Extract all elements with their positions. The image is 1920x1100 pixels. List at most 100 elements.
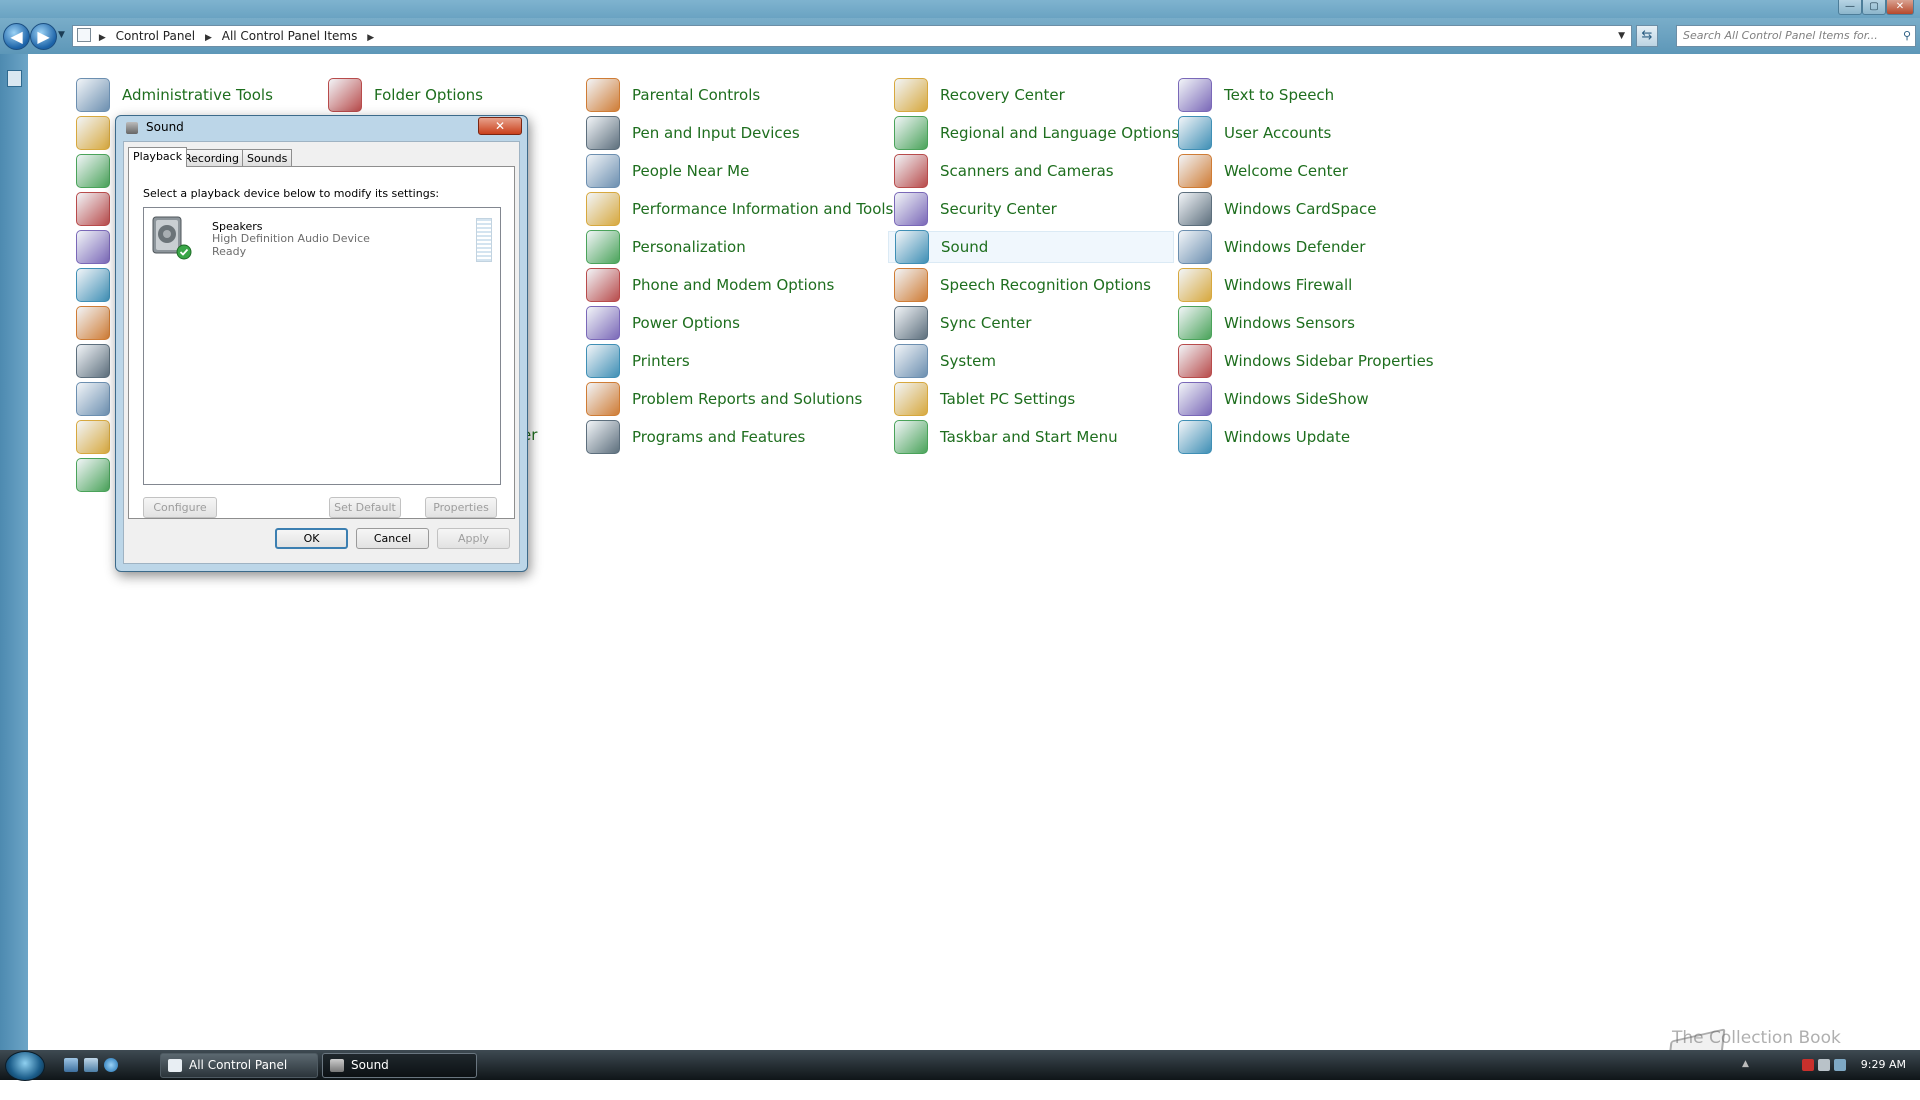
forward-button[interactable]: ▶ bbox=[30, 23, 57, 50]
breadcrumb-all-items[interactable]: All Control Panel Items bbox=[218, 26, 362, 46]
control-panel-item[interactable]: Text to Speech bbox=[1178, 78, 1334, 112]
close-button[interactable]: ✕ bbox=[1886, 0, 1914, 15]
control-panel-item-label: Folder Options bbox=[374, 86, 483, 104]
speech-bubble-icon bbox=[1178, 78, 1212, 112]
control-panel-item[interactable]: Windows Defender bbox=[1178, 230, 1365, 264]
volume-icon[interactable] bbox=[1818, 1059, 1830, 1071]
control-panel-item[interactable]: Welcome Center bbox=[1178, 154, 1348, 188]
control-panel-item[interactable]: Windows Sidebar Properties bbox=[1178, 344, 1434, 378]
control-panel-item[interactable]: Scanners and Cameras bbox=[894, 154, 1114, 188]
cancel-button[interactable]: Cancel bbox=[356, 528, 429, 549]
tablet-icon bbox=[894, 382, 928, 416]
show-hidden-icons-icon[interactable]: ▲ bbox=[1742, 1059, 1754, 1071]
breadcrumb-control-panel[interactable]: Control Panel bbox=[112, 26, 200, 46]
device-icon bbox=[76, 344, 110, 378]
people-icon bbox=[586, 154, 620, 188]
control-panel-item[interactable]: Personalization bbox=[586, 230, 746, 264]
tab-recording[interactable]: Recording bbox=[179, 149, 245, 166]
admin-tools-icon bbox=[76, 78, 110, 112]
sideshow-icon bbox=[1178, 382, 1212, 416]
address-bar[interactable]: ▶ Control Panel ▶ All Control Panel Item… bbox=[72, 25, 1632, 47]
start-button[interactable] bbox=[5, 1051, 45, 1081]
dialog-close-button[interactable]: ✕ bbox=[478, 117, 522, 135]
control-panel-item[interactable]: Sync Center bbox=[894, 306, 1032, 340]
ok-button[interactable]: OK bbox=[275, 528, 348, 549]
bitlocker-icon bbox=[76, 192, 110, 226]
control-panel-item[interactable]: Parental Controls bbox=[586, 78, 760, 112]
control-panel-item[interactable]: Folder Options bbox=[328, 78, 483, 112]
control-panel-item-label: Windows Sensors bbox=[1224, 314, 1355, 332]
properties-button[interactable]: Properties bbox=[425, 497, 497, 518]
configure-button[interactable]: Configure bbox=[143, 497, 217, 518]
control-panel-item[interactable]: People Near Me bbox=[586, 154, 750, 188]
control-panel-item[interactable]: Windows CardSpace bbox=[1178, 192, 1377, 226]
control-panel-item[interactable]: Speech Recognition Options bbox=[894, 268, 1151, 302]
apply-button[interactable]: Apply bbox=[437, 528, 510, 549]
control-panel-item[interactable]: Windows Firewall bbox=[1178, 268, 1352, 302]
back-button[interactable]: ◀ bbox=[3, 23, 30, 50]
sidebar-toggle-icon[interactable] bbox=[7, 70, 22, 87]
taskbar-button-control-panel[interactable]: All Control Panel Ite... bbox=[160, 1053, 318, 1095]
scanner-icon bbox=[894, 154, 928, 188]
control-panel-item[interactable]: Windows SideShow bbox=[1178, 382, 1369, 416]
device-list[interactable]: Speakers High Definition Audio Device Re… bbox=[143, 207, 501, 485]
recent-pages-dropdown-icon[interactable]: ▼ bbox=[58, 30, 65, 40]
control-panel-item-label: People Near Me bbox=[632, 162, 750, 180]
tab-sounds[interactable]: Sounds bbox=[242, 149, 293, 166]
control-panel-item-label: Taskbar and Start Menu bbox=[940, 428, 1118, 446]
cardspace-icon bbox=[1178, 192, 1212, 226]
set-default-button[interactable]: Set Default bbox=[329, 497, 401, 518]
control-panel-item-label: Regional and Language Options bbox=[940, 124, 1180, 142]
control-panel-item[interactable]: User Accounts bbox=[1178, 116, 1331, 150]
network-icon[interactable] bbox=[1834, 1059, 1846, 1071]
forward-arrow-icon: ▶ bbox=[37, 27, 50, 46]
control-panel-item[interactable]: Problem Reports and Solutions bbox=[586, 382, 862, 416]
minimize-button[interactable]: — bbox=[1838, 0, 1862, 15]
control-panel-item[interactable]: Pen and Input Devices bbox=[586, 116, 800, 150]
ease-of-access-icon bbox=[76, 458, 110, 492]
control-panel-item[interactable]: Tablet PC Settings bbox=[894, 382, 1075, 416]
control-panel-item[interactable]: System bbox=[894, 344, 996, 378]
control-panel-item[interactable]: Security Center bbox=[894, 192, 1057, 226]
maximize-button[interactable]: ▢ bbox=[1862, 0, 1886, 15]
control-panel-item-label: Recovery Center bbox=[940, 86, 1065, 104]
taskbar-button-sound[interactable]: Sound bbox=[322, 1053, 477, 1078]
search-input[interactable]: Search All Control Panel Items for... ⚲ bbox=[1676, 25, 1916, 47]
device-row-speakers[interactable]: Speakers High Definition Audio Device Re… bbox=[146, 210, 498, 264]
search-icon[interactable]: ⚲ bbox=[1903, 26, 1911, 46]
control-panel-item[interactable]: Phone and Modem Options bbox=[586, 268, 835, 302]
control-panel-item[interactable]: Recovery Center bbox=[894, 78, 1065, 112]
instruction-text: Select a playback device below to modify… bbox=[143, 187, 440, 200]
search-placeholder: Search All Control Panel Items for... bbox=[1683, 29, 1878, 42]
clock[interactable]: 9:29 AM bbox=[1861, 1050, 1906, 1080]
show-desktop-icon[interactable] bbox=[64, 1058, 78, 1072]
control-panel-item[interactable]: Performance Information and Tools bbox=[586, 192, 893, 226]
control-panel-item[interactable]: Programs and Features bbox=[586, 420, 805, 454]
taskbar-button-label: All Control Panel Ite... bbox=[189, 1058, 288, 1095]
color-icon bbox=[76, 230, 110, 264]
control-panel-item[interactable]: Windows Sensors bbox=[1178, 306, 1355, 340]
address-dropdown-icon[interactable]: ▼ bbox=[1618, 26, 1625, 46]
switch-windows-icon[interactable] bbox=[84, 1058, 98, 1072]
control-panel-item-label: Phone and Modem Options bbox=[632, 276, 835, 294]
internet-explorer-icon[interactable] bbox=[104, 1058, 118, 1072]
control-panel-item[interactable]: Windows Update bbox=[1178, 420, 1351, 454]
refresh-button[interactable]: ⇆ bbox=[1636, 25, 1658, 47]
control-panel-item[interactable]: Regional and Language Options bbox=[894, 116, 1180, 150]
control-panel-item[interactable]: Power Options bbox=[586, 306, 740, 340]
autoplay-icon bbox=[76, 116, 110, 150]
dialog-title: Sound bbox=[146, 120, 184, 134]
tab-playback[interactable]: Playback bbox=[128, 147, 188, 167]
control-panel-item[interactable]: Administrative Tools bbox=[76, 78, 273, 112]
control-panel-item[interactable]: Sound bbox=[888, 230, 1174, 264]
breadcrumb-separator-icon[interactable]: ▶ bbox=[203, 28, 214, 48]
control-panel-item[interactable]: Taskbar and Start Menu bbox=[894, 420, 1118, 454]
breadcrumb-separator-icon[interactable]: ▶ bbox=[365, 28, 376, 48]
breadcrumb-separator-icon[interactable]: ▶ bbox=[97, 28, 108, 48]
control-panel-item[interactable]: Printers bbox=[586, 344, 690, 378]
network-alert-icon[interactable] bbox=[1802, 1059, 1814, 1071]
sync-icon bbox=[894, 306, 928, 340]
control-panel-item-label: Sync Center bbox=[940, 314, 1032, 332]
control-panel-item-label: Windows Update bbox=[1224, 428, 1351, 446]
control-panel-item-label: System bbox=[940, 352, 996, 370]
